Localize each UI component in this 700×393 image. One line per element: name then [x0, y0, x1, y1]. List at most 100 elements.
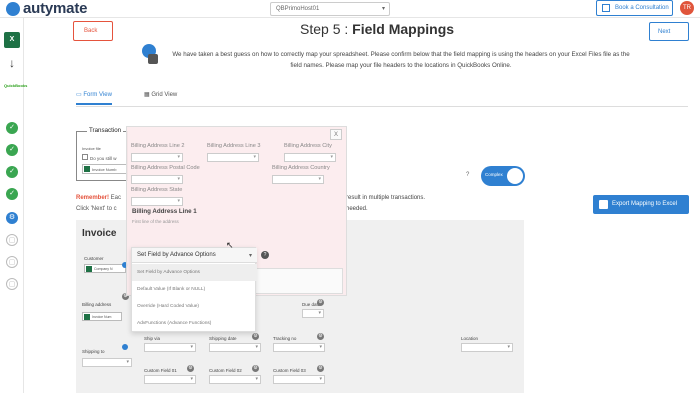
line2-select[interactable]	[131, 153, 183, 162]
page-title: Step 5 : Field Mappings	[300, 21, 454, 37]
city-label: Billing Address City	[284, 143, 332, 149]
customer-chip[interactable]: Company N	[84, 264, 126, 273]
excel-chip-icon	[84, 314, 90, 320]
export-mapping-label: Export Mapping to Excel	[612, 201, 678, 207]
custom-field-01-label: Custom Field 01	[144, 368, 177, 373]
shipping-date-select[interactable]	[209, 343, 261, 352]
billing-address-label: Billing address	[82, 302, 112, 307]
help-icon[interactable]: ?	[261, 251, 269, 259]
state-select[interactable]	[131, 197, 183, 206]
location-label: Location	[461, 336, 479, 341]
advance-options-select[interactable]: Set Field by Advance Options	[132, 248, 257, 263]
dropdown-option[interactable]: Override (Hard Coded Value)	[132, 298, 257, 315]
next-button-label: Next	[658, 29, 671, 35]
tab-grid-view-label: Grid View	[151, 92, 178, 98]
location-select[interactable]	[461, 343, 513, 352]
step-6-pending-icon[interactable]: ▢	[6, 234, 18, 246]
custom-field-02-label: Custom Field 02	[209, 368, 242, 373]
dropdown-option[interactable]: Default Value (If Blank or NULL)	[132, 281, 257, 298]
page-title-prefix: Step 5 :	[300, 21, 353, 37]
back-button[interactable]: Back	[73, 21, 113, 41]
custom-field-02-select[interactable]	[209, 375, 261, 384]
close-button[interactable]: X	[330, 129, 342, 140]
arrow-down-icon: ↓	[9, 56, 15, 70]
tab-grid-view[interactable]: ▦ Grid View	[144, 91, 177, 103]
step-3-done-icon[interactable]: ✓	[6, 166, 18, 178]
shipping-to-select[interactable]	[82, 358, 132, 367]
line1-subtitle: First line of the address	[132, 219, 179, 224]
step-7-pending-icon[interactable]: ▢	[6, 256, 18, 268]
brand-name: autymate	[23, 0, 88, 17]
step-1-done-icon[interactable]: ✓	[6, 122, 18, 134]
view-tabs: ▭ Form View ▦ Grid View	[76, 87, 688, 107]
book-consultation-label: Book a Consultation	[615, 5, 669, 11]
avatar[interactable]: TR	[680, 1, 694, 15]
autymate-logo-icon	[6, 1, 20, 16]
export-mapping-button[interactable]: Export Mapping to Excel	[593, 195, 689, 214]
do-you-still-checkbox[interactable]: Do you still w	[82, 154, 117, 161]
back-button-label: Back	[84, 28, 98, 34]
state-label: Billing Address State	[131, 187, 183, 193]
tab-form-view[interactable]: ▭ Form View	[76, 91, 112, 105]
excel-export-icon	[599, 200, 608, 209]
step-5-active-icon[interactable]: ⚙	[6, 212, 18, 224]
page-title-bold: Field Mappings	[352, 21, 455, 37]
step-4-done-icon[interactable]: ✓	[6, 188, 18, 200]
custom-field-03-gear-icon[interactable]: ⚙	[317, 365, 324, 372]
line3-select[interactable]	[207, 153, 259, 162]
help-question-text: ?	[466, 172, 470, 178]
line1-heading: Billing Address Line 1	[132, 208, 197, 215]
excel-chip-icon	[84, 166, 90, 172]
city-select[interactable]	[284, 153, 336, 162]
company-select[interactable]: QBPrimoHost01	[270, 2, 390, 16]
postal-code-label: Billing Address Postal Code	[131, 165, 200, 171]
step-2-done-icon[interactable]: ✓	[6, 144, 18, 156]
invoice-title: Invoice	[82, 228, 117, 239]
excel-icon[interactable]: X	[4, 32, 20, 48]
calendar-icon	[602, 4, 610, 12]
dropdown-option[interactable]: Set Field by Advance Options	[132, 264, 257, 281]
remember-text: Eac	[109, 195, 122, 201]
line3-label: Billing Address Line 3	[207, 143, 261, 149]
due-date-select[interactable]	[302, 309, 324, 318]
line2-label: Billing Address Line 2	[131, 143, 185, 149]
mouse-cursor-icon: ↖	[226, 240, 234, 250]
postal-code-select[interactable]	[131, 175, 183, 184]
tracking-no-label: Tracking no	[273, 336, 297, 341]
due-date-gear-icon[interactable]: ⚙	[317, 299, 324, 306]
dropdown-option[interactable]: AdvFunctions (Advance Functions)	[132, 315, 257, 332]
custom-field-01-select[interactable]	[144, 375, 196, 384]
book-consultation-button[interactable]: Book a Consultation	[596, 0, 673, 16]
complex-toggle[interactable]: Complex	[481, 166, 525, 186]
ship-via-select[interactable]	[144, 343, 196, 352]
country-select[interactable]	[272, 175, 324, 184]
transaction-box: Transaction Invoice file Do you still w …	[76, 127, 128, 181]
remember-note: Remember! Eac	[76, 195, 121, 201]
step-8-pending-icon[interactable]: ▢	[6, 278, 18, 290]
top-bar: autymate QBPrimoHost01 Book a Consultati…	[0, 0, 700, 18]
sidebar: X ↓ QuickBooks ✓ ✓ ✓ ✓ ⚙ ▢ ▢ ▢	[0, 18, 27, 393]
shipping-date-label: Shipping date	[209, 336, 237, 341]
custom-field-02-gear-icon[interactable]: ⚙	[252, 365, 259, 372]
shipping-mapped-dot	[122, 344, 128, 350]
quickbooks-icon[interactable]: QuickBooks	[4, 78, 27, 94]
mapping-wizard-icon	[140, 44, 160, 66]
next-button[interactable]: Next	[649, 22, 689, 41]
custom-field-03-select[interactable]	[273, 375, 325, 384]
customer-label: Customer	[84, 256, 104, 261]
result-note: result in multiple transactions.	[346, 195, 426, 201]
remember-label: Remember!	[76, 195, 110, 201]
billing-address-chip-value: Invoice Num	[92, 315, 112, 319]
invoice-number-select[interactable]: Invoice Numb	[82, 164, 127, 174]
tab-form-view-label: Form View	[83, 92, 112, 98]
custom-field-01-gear-icon[interactable]: ⚙	[187, 365, 194, 372]
advance-options-dropdown[interactable]: Set Field by Advance Options Set Field b…	[131, 247, 257, 332]
excel-chip-icon	[86, 266, 92, 272]
tracking-no-gear-icon[interactable]: ⚙	[317, 333, 324, 340]
billing-address-chip[interactable]: Invoice Num	[82, 312, 122, 321]
tracking-no-select[interactable]	[273, 343, 325, 352]
invoice-number-select-value: Invoice Numb	[92, 167, 117, 172]
ship-via-label: Ship via	[144, 336, 161, 341]
autymate-logo[interactable]: autymate	[6, 0, 87, 17]
shipping-date-gear-icon[interactable]: ⚙	[252, 333, 259, 340]
